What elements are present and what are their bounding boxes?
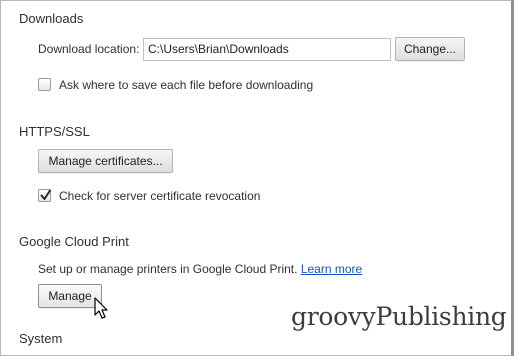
mouse-pointer-icon (94, 297, 108, 319)
download-location-label: Download location: (38, 42, 140, 56)
cloud-print-manage-button[interactable]: Manage (38, 284, 102, 308)
learn-more-link[interactable]: Learn more (301, 262, 362, 276)
cloud-print-description-text: Set up or manage printers in Google Clou… (38, 262, 298, 276)
downloads-section-title: Downloads (19, 11, 84, 26)
cloud-print-section-title: Google Cloud Print (19, 234, 129, 249)
https-ssl-section-title: HTTPS/SSL (19, 124, 90, 139)
certificate-revocation-label: Check for server certificate revocation (59, 189, 261, 203)
check-icon (40, 189, 51, 200)
ask-where-to-save-label: Ask where to save each file before downl… (59, 78, 314, 92)
cloud-print-description: Set up or manage printers in Google Clou… (38, 262, 362, 276)
change-location-button[interactable]: Change... (395, 37, 465, 61)
manage-certificates-button[interactable]: Manage certificates... (38, 149, 173, 173)
certificate-revocation-checkbox[interactable] (38, 189, 51, 202)
watermark-logo: groovyPublishing (291, 302, 507, 331)
system-section-title: System (19, 331, 63, 346)
ask-where-to-save-checkbox[interactable] (38, 78, 51, 91)
download-location-field[interactable]: C:\Users\Brian\Downloads (143, 38, 391, 61)
